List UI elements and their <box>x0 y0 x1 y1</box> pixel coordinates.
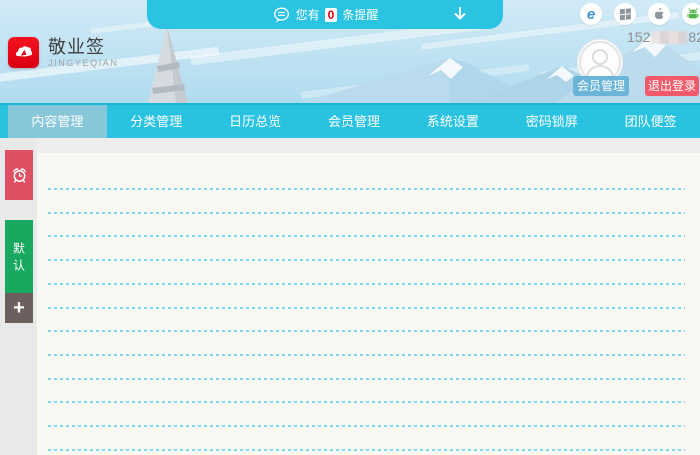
note-line <box>48 354 685 356</box>
app-name-latin: JINGYEQIAN <box>48 58 119 68</box>
app-logo: 敬业签 JINGYEQIAN <box>8 37 119 68</box>
note-line <box>48 259 685 261</box>
windows-icon[interactable] <box>614 3 636 25</box>
main-nav: 内容管理 分类管理 日历总览 会员管理 系统设置 密码锁屏 团队便签 <box>0 103 700 138</box>
android-icon[interactable] <box>682 3 700 25</box>
tab-team-notes[interactable]: 团队便签 <box>601 105 700 138</box>
note-line <box>48 425 685 427</box>
note-line <box>48 401 685 403</box>
category-default-button[interactable]: 默认 <box>5 220 33 293</box>
collapse-arrow-icon[interactable] <box>451 5 469 26</box>
alarm-clock-icon <box>11 167 28 184</box>
notification-suffix: 条提醒 <box>342 6 378 23</box>
note-line <box>48 212 685 214</box>
ie-glyph: e <box>587 7 595 22</box>
tab-category-manage[interactable]: 分类管理 <box>107 105 206 138</box>
notification-banner[interactable]: 您有 0 条提醒 <box>147 0 503 29</box>
note-line <box>48 307 685 309</box>
account-phone: 152 82 <box>627 29 700 45</box>
note-line <box>48 378 685 380</box>
tab-member-manage[interactable]: 会员管理 <box>305 105 404 138</box>
header: 敬业签 JINGYEQIAN 您有 0 条提醒 e <box>0 0 700 103</box>
ie-browser-icon[interactable]: e <box>580 3 602 25</box>
tab-content-manage[interactable]: 内容管理 <box>8 105 107 138</box>
tab-calendar-overview[interactable]: 日历总览 <box>206 105 305 138</box>
add-category-button[interactable]: + <box>5 293 33 323</box>
phone-suffix: 82 <box>688 29 700 45</box>
tab-password-lock[interactable]: 密码锁屏 <box>502 105 601 138</box>
main-body: 默认 + <box>0 138 700 455</box>
app-window: 敬业签 JINGYEQIAN 您有 0 条提醒 e <box>0 0 700 455</box>
message-bubble-icon <box>272 6 291 24</box>
app-name: 敬业签 <box>48 37 119 57</box>
phone-redaction <box>651 31 687 44</box>
category-rail: 默认 + <box>0 138 37 455</box>
apple-icon[interactable] <box>648 3 670 25</box>
note-line <box>48 283 685 285</box>
notification-prefix: 您有 <box>296 6 320 23</box>
logout-button[interactable]: 退出登录 <box>645 76 699 96</box>
platform-icons: e <box>580 3 700 25</box>
app-logo-icon <box>8 37 39 68</box>
note-line <box>48 188 685 190</box>
note-line <box>48 235 685 237</box>
tab-system-settings[interactable]: 系统设置 <box>403 105 502 138</box>
notification-count-badge: 0 <box>325 8 338 22</box>
notes-area[interactable] <box>37 153 700 455</box>
note-line <box>48 449 685 451</box>
note-line <box>48 330 685 332</box>
phone-prefix: 152 <box>627 29 650 45</box>
member-manage-button[interactable]: 会员管理 <box>573 76 629 96</box>
reminder-category-button[interactable] <box>5 150 33 200</box>
